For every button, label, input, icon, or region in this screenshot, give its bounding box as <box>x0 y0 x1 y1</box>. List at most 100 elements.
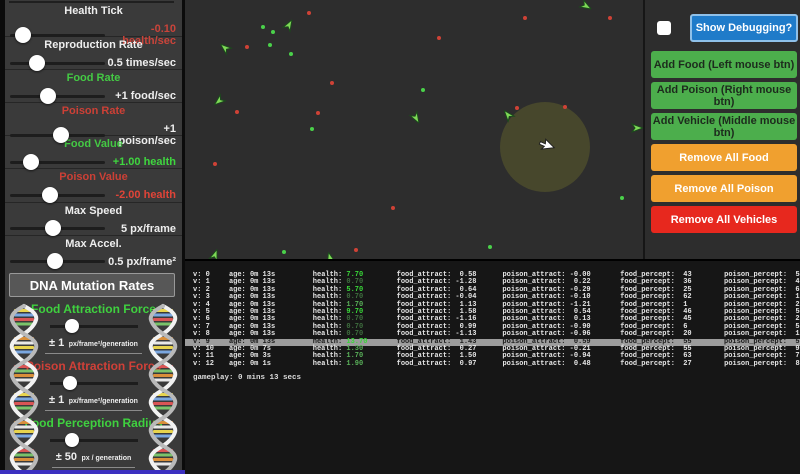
food-dot <box>282 250 286 254</box>
dna-helix-right-graphic <box>144 303 182 474</box>
evolution-simulator-app: Health Tick -0.10 health/sec Reproductio… <box>0 0 800 474</box>
max-accel-slider[interactable] <box>10 260 105 263</box>
poison-dot <box>563 105 567 109</box>
food-perception-radius-mutation-amount: ± 50 px / generation <box>52 447 136 468</box>
max-speed-value: 5 px/frame <box>105 223 182 235</box>
poison-attraction-force-mutation-amount: ± 1 px/frame²/generation <box>45 390 142 411</box>
max-speed-slider[interactable] <box>10 227 105 230</box>
vehicle-icon <box>578 0 594 14</box>
poison-attraction-force-slider[interactable] <box>50 382 138 385</box>
poison-dot <box>213 162 217 166</box>
slider-row-max-accel: Max Accel. 0.5 px/frame² <box>5 235 182 268</box>
vehicle-stats-console: v: 0age: 0m 13shealth: 7.70food_attract:… <box>185 259 800 474</box>
gameplay-time: gameplay: 0 mins 13 secs <box>193 374 800 382</box>
vehicle-stat-row: v: 5age: 0m 13shealth: 9.70food_attract:… <box>185 309 800 316</box>
food-rate-slider[interactable] <box>10 95 105 98</box>
slider-row-poison-value: Poison Value -2.00 health <box>5 168 182 201</box>
vehicle-icon <box>323 251 338 259</box>
vehicle-stat-row: v: 3age: 0m 13shealth: 0.70food_attract:… <box>185 294 800 301</box>
food-value-slider[interactable] <box>10 161 105 164</box>
poison-dot <box>354 248 358 252</box>
food-dot <box>620 196 624 200</box>
poison-dot <box>235 110 239 114</box>
max-accel-slider-thumb[interactable] <box>47 253 63 269</box>
action-buttons: Add Food (Left mouse btn) Add Poison (Rig… <box>645 51 800 233</box>
vehicle-icon <box>217 40 234 57</box>
poison-rate-slider-thumb[interactable] <box>53 127 69 143</box>
food-attraction-force-slider-thumb[interactable] <box>65 319 79 333</box>
slider-row-poison-rate: Poison Rate +1 poison/sec <box>5 102 182 135</box>
vehicle-stat-row: v: 1age: 0m 13shealth: 0.70food_attract:… <box>185 279 800 286</box>
poison-value-slider-thumb[interactable] <box>42 187 58 203</box>
food-dot <box>289 52 293 56</box>
vehicle-stat-row: v: 11age: 0m 3shealth: 1.70food_attract:… <box>185 353 800 360</box>
debug-row: Show Debugging? <box>657 14 800 42</box>
vehicle-stat-row: v: 0age: 0m 13shealth: 7.70food_attract:… <box>185 272 800 279</box>
food-attraction-force-mutation-amount: ± 1 px/frame²/generation <box>45 333 142 354</box>
vehicle-stat-row: v: 2age: 0m 13shealth: 5.70food_attract:… <box>185 287 800 294</box>
vehicle-stat-row: v: 8age: 0m 13shealth: 0.70food_attract:… <box>185 331 800 338</box>
food-dot <box>421 88 425 92</box>
food-perception-radius-slider[interactable] <box>50 439 138 442</box>
food-value-slider-thumb[interactable] <box>23 154 39 170</box>
vehicle-stat-row: v: 6age: 0m 13shealth: 0.70food_attract:… <box>185 316 800 323</box>
slider-row-food-rate: Food Rate +1 food/sec <box>5 69 182 102</box>
vehicle-icon <box>631 122 643 134</box>
dna-helix-left-graphic <box>5 303 43 474</box>
poison-dot <box>608 16 612 20</box>
add-vehicle-button[interactable]: Add Vehicle (Middle mouse btn) <box>651 113 797 140</box>
vehicle-icon <box>207 247 222 259</box>
max-speed-label: Max Speed <box>5 205 182 217</box>
add-poison-button[interactable]: Add Poison (Right mouse btn) <box>651 82 797 109</box>
poison-value-slider[interactable] <box>10 194 105 197</box>
slider-row-max-speed: Max Speed 5 px/frame <box>5 202 182 235</box>
health-tick-slider-thumb[interactable] <box>15 27 31 43</box>
poison-attraction-force-slider-thumb[interactable] <box>63 376 77 390</box>
poison-dot <box>307 11 311 15</box>
vehicle-icon <box>408 110 424 126</box>
health-value: 1.90 <box>346 360 363 368</box>
food-dot <box>261 25 265 29</box>
food-dot <box>271 30 275 34</box>
poison-dot <box>330 81 334 85</box>
poison-rate-label: Poison Rate <box>5 105 182 117</box>
remove-all-vehicles-button[interactable]: Remove All Vehicles <box>651 206 797 233</box>
poison-value-label: Poison Value <box>5 171 182 183</box>
max-accel-value: 0.5 px/frame² <box>105 256 182 268</box>
show-debugging-button[interactable]: Show Debugging? <box>690 14 798 42</box>
food-rate-slider-thumb[interactable] <box>40 88 56 104</box>
poison-rate-slider[interactable] <box>10 134 105 137</box>
reproduction-rate-value: 0.5 times/sec <box>105 57 182 69</box>
food-perception-radius-slider-thumb[interactable] <box>65 433 79 447</box>
poison-dot <box>245 45 249 49</box>
food-dot <box>310 127 314 131</box>
food-rate-label: Food Rate <box>5 72 182 84</box>
poison-dot <box>437 36 441 40</box>
stat-rows: v: 0age: 0m 13shealth: 7.70food_attract:… <box>185 272 800 368</box>
vehicle-icon <box>211 93 228 110</box>
reproduction-rate-slider-thumb[interactable] <box>29 55 45 71</box>
vehicle-stat-row: v: 10age: 0m 7shealth: 1.30food_attract:… <box>185 346 800 353</box>
reproduction-rate-slider[interactable] <box>10 62 105 65</box>
simulation-canvas[interactable] <box>185 0 643 259</box>
vehicle-stat-row: v: 7age: 0m 13shealth: 0.70food_attract:… <box>185 324 800 331</box>
dna-mutation-rates-header: DNA Mutation Rates <box>9 273 175 297</box>
health-tick-slider[interactable] <box>10 34 105 37</box>
remove-all-food-button[interactable]: Remove All Food <box>651 144 797 171</box>
poison-value-value: -2.00 health <box>105 189 182 201</box>
max-speed-slider-thumb[interactable] <box>45 220 61 236</box>
remove-all-poison-button[interactable]: Remove All Poison <box>651 175 797 202</box>
poison-dot <box>515 106 519 110</box>
food-dot <box>488 245 492 249</box>
poison-dot <box>391 206 395 210</box>
controls-sidebar: Health Tick -0.10 health/sec Reproductio… <box>0 0 185 474</box>
poison-dot <box>523 16 527 20</box>
actions-panel: Show Debugging? Add Food (Left mouse btn… <box>643 0 800 259</box>
food-attraction-force-slider[interactable] <box>50 325 138 328</box>
max-accel-label: Max Accel. <box>5 238 182 250</box>
debug-checkbox[interactable] <box>657 21 671 35</box>
dna-panel: Food Attraction Force ± 1 px/frame²/gene… <box>5 303 182 474</box>
poison-dot <box>316 111 320 115</box>
add-food-button[interactable]: Add Food (Left mouse btn) <box>651 51 797 78</box>
vehicle-icon <box>281 17 297 33</box>
